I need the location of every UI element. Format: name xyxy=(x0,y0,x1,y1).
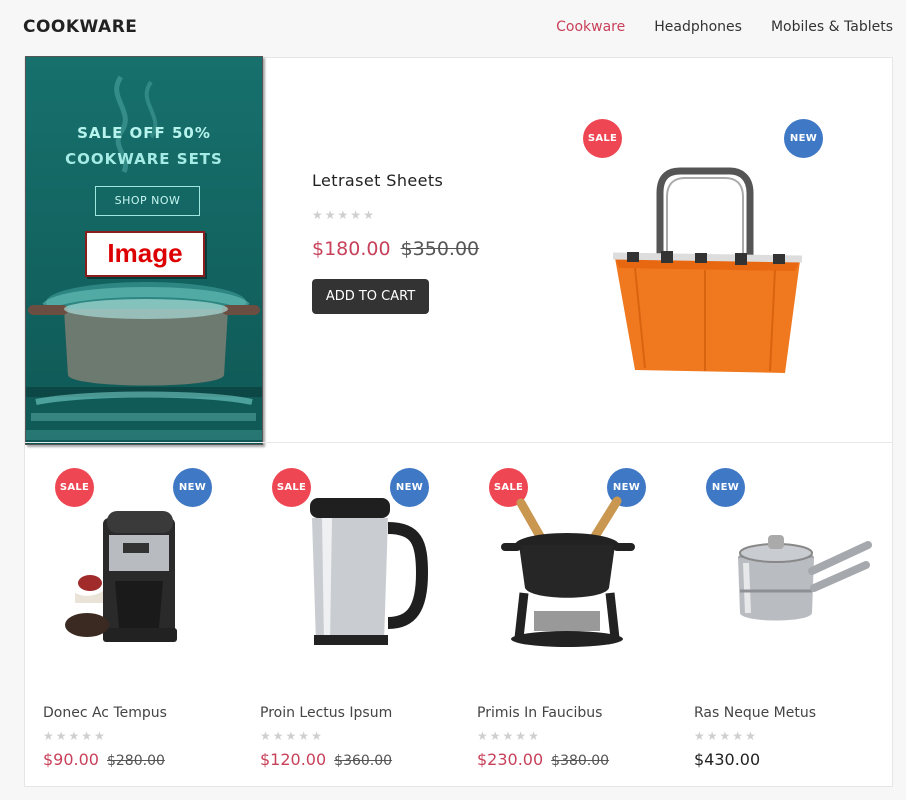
orange-basket-image[interactable] xyxy=(605,163,805,378)
star-icon: ★ xyxy=(477,729,488,743)
star-icon: ★ xyxy=(502,729,514,743)
product-card[interactable]: SALE NEW Primis In Faucibus ★ ★ ★ ★ ★ $230.0… xyxy=(459,443,676,787)
star-icon: ★ xyxy=(81,729,93,743)
sale-badge: SALE xyxy=(583,119,622,158)
star-icon: ★ xyxy=(528,729,539,743)
banner-subheadline: COOKWARE SETS xyxy=(65,150,223,168)
product-rating: ★ ★ ★ ★ ★ xyxy=(694,729,756,743)
product-price: $230.00 $380.00 xyxy=(477,750,609,769)
product-price: $90.00 $280.00 xyxy=(43,750,165,769)
product-price: $120.00 $360.00 xyxy=(260,750,392,769)
product-card[interactable]: SALE NEW Proin Lectus Ipsum ★ ★ ★ ★ ★ $120.0… xyxy=(242,443,459,787)
star-icon: ★ xyxy=(350,208,362,222)
star-icon: ★ xyxy=(311,729,322,743)
product-card[interactable]: NEW Ras Neque Metus ★ ★ ★ ★ ★ $430.00 xyxy=(676,443,893,787)
star-icon: ★ xyxy=(43,729,54,743)
new-badge: NEW xyxy=(784,119,823,158)
product-name[interactable]: Primis In Faucibus xyxy=(477,705,602,721)
add-to-cart-button[interactable]: ADD TO CART xyxy=(312,279,429,314)
product-name[interactable]: Proin Lectus Ipsum xyxy=(260,705,392,721)
banner-image-placeholder: Image xyxy=(85,231,205,277)
header: COOKWARE Cookware Headphones Mobiles & T… xyxy=(0,0,906,56)
old-price: $360.00 xyxy=(334,753,393,769)
star-icon: ★ xyxy=(694,729,705,743)
product-rating: ★ ★ ★ ★ ★ xyxy=(43,729,105,743)
featured-price: $180.00 $350.00 xyxy=(312,238,479,260)
current-price: $90.00 xyxy=(43,750,99,769)
star-icon: ★ xyxy=(732,729,744,743)
nav-item-cookware[interactable]: Cookware xyxy=(556,19,625,35)
star-icon: ★ xyxy=(337,208,349,222)
brand-logo[interactable]: COOKWARE xyxy=(23,17,137,37)
star-icon: ★ xyxy=(706,729,718,743)
featured-product-title[interactable]: Letraset Sheets xyxy=(312,171,443,190)
product-name[interactable]: Ras Neque Metus xyxy=(694,705,816,721)
product-price: $430.00 xyxy=(694,750,760,769)
star-icon: ★ xyxy=(285,729,297,743)
product-rating: ★ ★ ★ ★ ★ xyxy=(477,729,539,743)
star-icon: ★ xyxy=(312,208,323,222)
product-name[interactable]: Donec Ac Tempus xyxy=(43,705,167,721)
main-nav: Cookware Headphones Mobiles & Tablets xyxy=(556,19,893,35)
star-icon: ★ xyxy=(515,729,527,743)
current-price: $180.00 xyxy=(312,238,391,260)
old-price: $280.00 xyxy=(106,753,165,769)
star-icon: ★ xyxy=(363,208,374,222)
product-panel: SALE OFF 50% COOKWARE SETS SHOP NOW Imag… xyxy=(24,56,893,787)
fondue-set-image[interactable] xyxy=(479,463,656,653)
coffee-maker-image[interactable] xyxy=(45,463,222,653)
old-price: $380.00 xyxy=(551,753,610,769)
old-price: $350.00 xyxy=(400,238,480,260)
saucepan-set-image[interactable] xyxy=(696,463,873,653)
star-icon: ★ xyxy=(94,729,105,743)
star-icon: ★ xyxy=(260,729,271,743)
star-icon: ★ xyxy=(489,729,501,743)
product-card[interactable]: SALE NEW Donec Ac Tempus ★ ★ ★ ★ ★ $90.00 $2… xyxy=(25,443,242,787)
nav-item-headphones[interactable]: Headphones xyxy=(654,19,742,35)
banner-headline: SALE OFF 50% xyxy=(77,124,211,142)
shop-now-button[interactable]: SHOP NOW xyxy=(95,186,200,216)
star-icon: ★ xyxy=(272,729,284,743)
promo-banner[interactable]: SALE OFF 50% COOKWARE SETS SHOP NOW Imag… xyxy=(25,56,263,445)
nav-item-mobiles-tablets[interactable]: Mobiles & Tablets xyxy=(771,19,893,35)
current-price: $120.00 xyxy=(260,750,327,769)
star-icon: ★ xyxy=(298,729,310,743)
soup-maker-image[interactable] xyxy=(262,463,439,653)
star-icon: ★ xyxy=(745,729,756,743)
star-icon: ★ xyxy=(324,208,336,222)
featured-rating: ★ ★ ★ ★ ★ xyxy=(312,208,374,222)
product-rating: ★ ★ ★ ★ ★ xyxy=(260,729,322,743)
star-icon: ★ xyxy=(68,729,80,743)
current-price: $430.00 xyxy=(694,750,761,769)
current-price: $230.00 xyxy=(477,750,544,769)
star-icon: ★ xyxy=(55,729,67,743)
star-icon: ★ xyxy=(719,729,731,743)
